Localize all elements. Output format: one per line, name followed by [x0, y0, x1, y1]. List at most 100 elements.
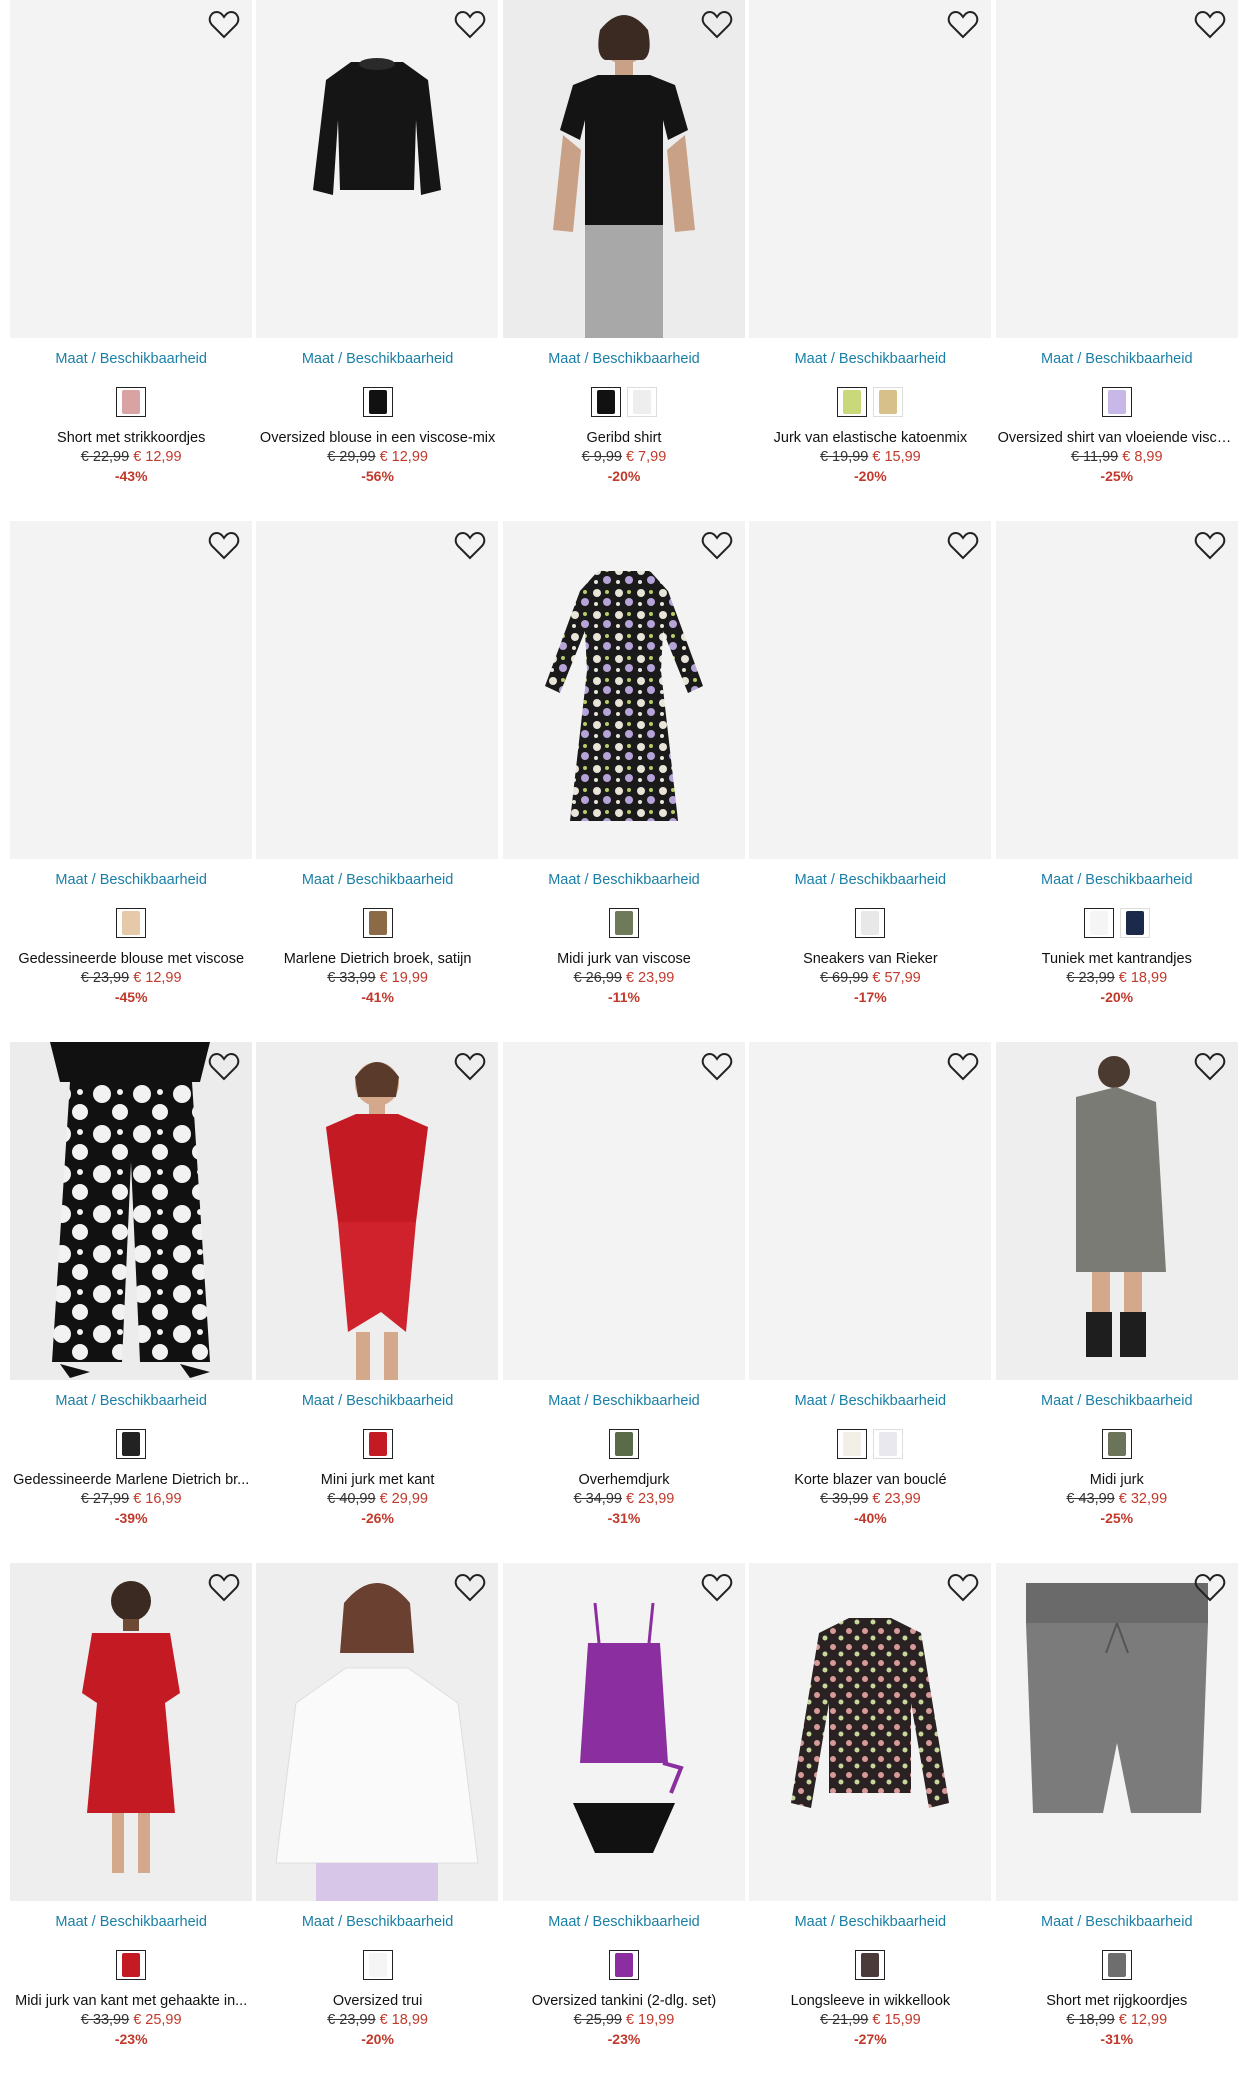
size-availability-link[interactable]: Maat / Beschikbaarheid [996, 1393, 1238, 1409]
product-name[interactable]: Oversized blouse in een viscose-mix [256, 430, 498, 446]
heart-icon[interactable] [947, 1573, 979, 1603]
color-swatch[interactable] [837, 387, 868, 417]
product-image[interactable] [995, 521, 1238, 859]
product-image[interactable] [10, 1563, 252, 1901]
product-card[interactable]: Maat / Beschikbaarheid Tuniek met kantran… [994, 521, 1240, 1042]
size-availability-link[interactable]: Maat / Beschikbaarheid [749, 1393, 991, 1409]
product-image[interactable] [10, 521, 252, 859]
product-name[interactable]: Midi jurk van kant met gehaakte in... [10, 1993, 252, 2009]
size-availability-link[interactable]: Maat / Beschikbaarheid [503, 1393, 745, 1409]
product-name[interactable]: Tuniek met kantrandjes [996, 951, 1238, 967]
product-image[interactable] [10, 0, 252, 338]
color-swatch[interactable] [590, 387, 621, 417]
product-name[interactable]: Short met rijgkoordjes [996, 1993, 1238, 2009]
product-image[interactable] [749, 1042, 992, 1380]
product-image[interactable] [995, 1563, 1238, 1901]
size-availability-link[interactable]: Maat / Beschikbaarheid [996, 351, 1238, 367]
product-card[interactable]: Maat / Beschikbaarheid Gedessineerde blou… [8, 521, 254, 1042]
product-name[interactable]: Sneakers van Rieker [749, 951, 991, 967]
color-swatch[interactable] [116, 387, 147, 417]
color-swatch[interactable] [1101, 1429, 1132, 1459]
color-swatch[interactable] [608, 1950, 639, 1980]
size-availability-link[interactable]: Maat / Beschikbaarheid [749, 1914, 991, 1930]
product-image[interactable] [502, 521, 745, 859]
color-swatch[interactable] [1101, 387, 1132, 417]
heart-icon[interactable] [208, 1052, 240, 1082]
product-name[interactable]: Short met strikkoordjes [10, 430, 252, 446]
size-availability-link[interactable]: Maat / Beschikbaarheid [256, 872, 498, 888]
size-availability-link[interactable]: Maat / Beschikbaarheid [256, 351, 498, 367]
product-card[interactable]: Maat / Beschikbaarheid Marlene Dietrich b… [254, 521, 500, 1042]
heart-icon[interactable] [1194, 531, 1226, 561]
product-name[interactable]: Oversized shirt van vloeiende viscose [996, 430, 1238, 446]
heart-icon[interactable] [701, 1573, 733, 1603]
size-availability-link[interactable]: Maat / Beschikbaarheid [503, 872, 745, 888]
product-name[interactable]: Marlene Dietrich broek, satijn [256, 951, 498, 967]
product-card[interactable]: Maat / Beschikbaarheid Jurk van elastisch… [747, 0, 993, 521]
size-availability-link[interactable]: Maat / Beschikbaarheid [10, 1914, 252, 1930]
product-card[interactable]: Maat / Beschikbaarheid Mini jurk met kant… [254, 1042, 500, 1563]
heart-icon[interactable] [208, 531, 240, 561]
color-swatch[interactable] [116, 1950, 147, 1980]
product-name[interactable]: Longsleeve in wikkellook [749, 1993, 991, 2009]
size-availability-link[interactable]: Maat / Beschikbaarheid [749, 351, 991, 367]
color-swatch[interactable] [855, 1950, 886, 1980]
size-availability-link[interactable]: Maat / Beschikbaarheid [10, 1393, 252, 1409]
color-swatch[interactable] [362, 1950, 393, 1980]
product-image[interactable] [10, 1042, 252, 1380]
size-availability-link[interactable]: Maat / Beschikbaarheid [749, 872, 991, 888]
product-card[interactable]: Maat / Beschikbaarheid Oversized tankini … [501, 1563, 747, 2084]
product-card[interactable]: Maat / Beschikbaarheid Korte blazer van b… [747, 1042, 993, 1563]
color-swatch[interactable] [362, 1429, 393, 1459]
product-name[interactable]: Overhemdjurk [503, 1472, 745, 1488]
heart-icon[interactable] [701, 1052, 733, 1082]
product-image[interactable] [502, 1563, 745, 1901]
product-card[interactable]: Maat / Beschikbaarheid Short met rijgkoor… [994, 1563, 1240, 2084]
heart-icon[interactable] [947, 531, 979, 561]
size-availability-link[interactable]: Maat / Beschikbaarheid [256, 1914, 498, 1930]
product-image[interactable] [256, 1563, 499, 1901]
product-image[interactable] [749, 0, 992, 338]
heart-icon[interactable] [454, 531, 486, 561]
color-swatch[interactable] [837, 1429, 868, 1459]
product-image[interactable] [256, 0, 499, 338]
product-image[interactable] [749, 521, 992, 859]
color-swatch[interactable] [626, 387, 657, 417]
size-availability-link[interactable]: Maat / Beschikbaarheid [256, 1393, 498, 1409]
color-swatch[interactable] [116, 1429, 147, 1459]
color-swatch[interactable] [608, 1429, 639, 1459]
size-availability-link[interactable]: Maat / Beschikbaarheid [10, 872, 252, 888]
product-card[interactable]: Maat / Beschikbaarheid Overhemdjurk € 34,9… [501, 1042, 747, 1563]
heart-icon[interactable] [208, 10, 240, 40]
product-name[interactable]: Midi jurk [996, 1472, 1238, 1488]
product-name[interactable]: Geribd shirt [503, 430, 745, 446]
heart-icon[interactable] [701, 10, 733, 40]
product-name[interactable]: Oversized tankini (2-dlg. set) [503, 1993, 745, 2009]
product-name[interactable]: Korte blazer van bouclé [749, 1472, 991, 1488]
heart-icon[interactable] [454, 1573, 486, 1603]
product-card[interactable]: Maat / Beschikbaarheid Oversized trui € 23… [254, 1563, 500, 2084]
product-image[interactable] [256, 521, 499, 859]
size-availability-link[interactable]: Maat / Beschikbaarheid [503, 351, 745, 367]
product-image[interactable] [995, 1042, 1238, 1380]
heart-icon[interactable] [1194, 1573, 1226, 1603]
heart-icon[interactable] [947, 1052, 979, 1082]
color-swatch[interactable] [1101, 1950, 1132, 1980]
product-card[interactable]: Maat / Beschikbaarheid Midi jurk € 43,99 € … [994, 1042, 1240, 1563]
color-swatch[interactable] [608, 908, 639, 938]
product-name[interactable]: Jurk van elastische katoenmix [749, 430, 991, 446]
color-swatch[interactable] [362, 387, 393, 417]
color-swatch[interactable] [855, 908, 886, 938]
heart-icon[interactable] [454, 10, 486, 40]
product-name[interactable]: Gedessineerde Marlene Dietrich br... [10, 1472, 252, 1488]
product-name[interactable]: Mini jurk met kant [256, 1472, 498, 1488]
size-availability-link[interactable]: Maat / Beschikbaarheid [503, 1914, 745, 1930]
product-card[interactable]: Maat / Beschikbaarheid Oversized blouse i… [254, 0, 500, 521]
product-name[interactable]: Midi jurk van viscose [503, 951, 745, 967]
size-availability-link[interactable]: Maat / Beschikbaarheid [996, 1914, 1238, 1930]
color-swatch[interactable] [362, 908, 393, 938]
color-swatch[interactable] [1083, 908, 1114, 938]
product-card[interactable]: Maat / Beschikbaarheid Geribd shirt € 9,99… [501, 0, 747, 521]
heart-icon[interactable] [947, 10, 979, 40]
product-image[interactable] [502, 1042, 745, 1380]
